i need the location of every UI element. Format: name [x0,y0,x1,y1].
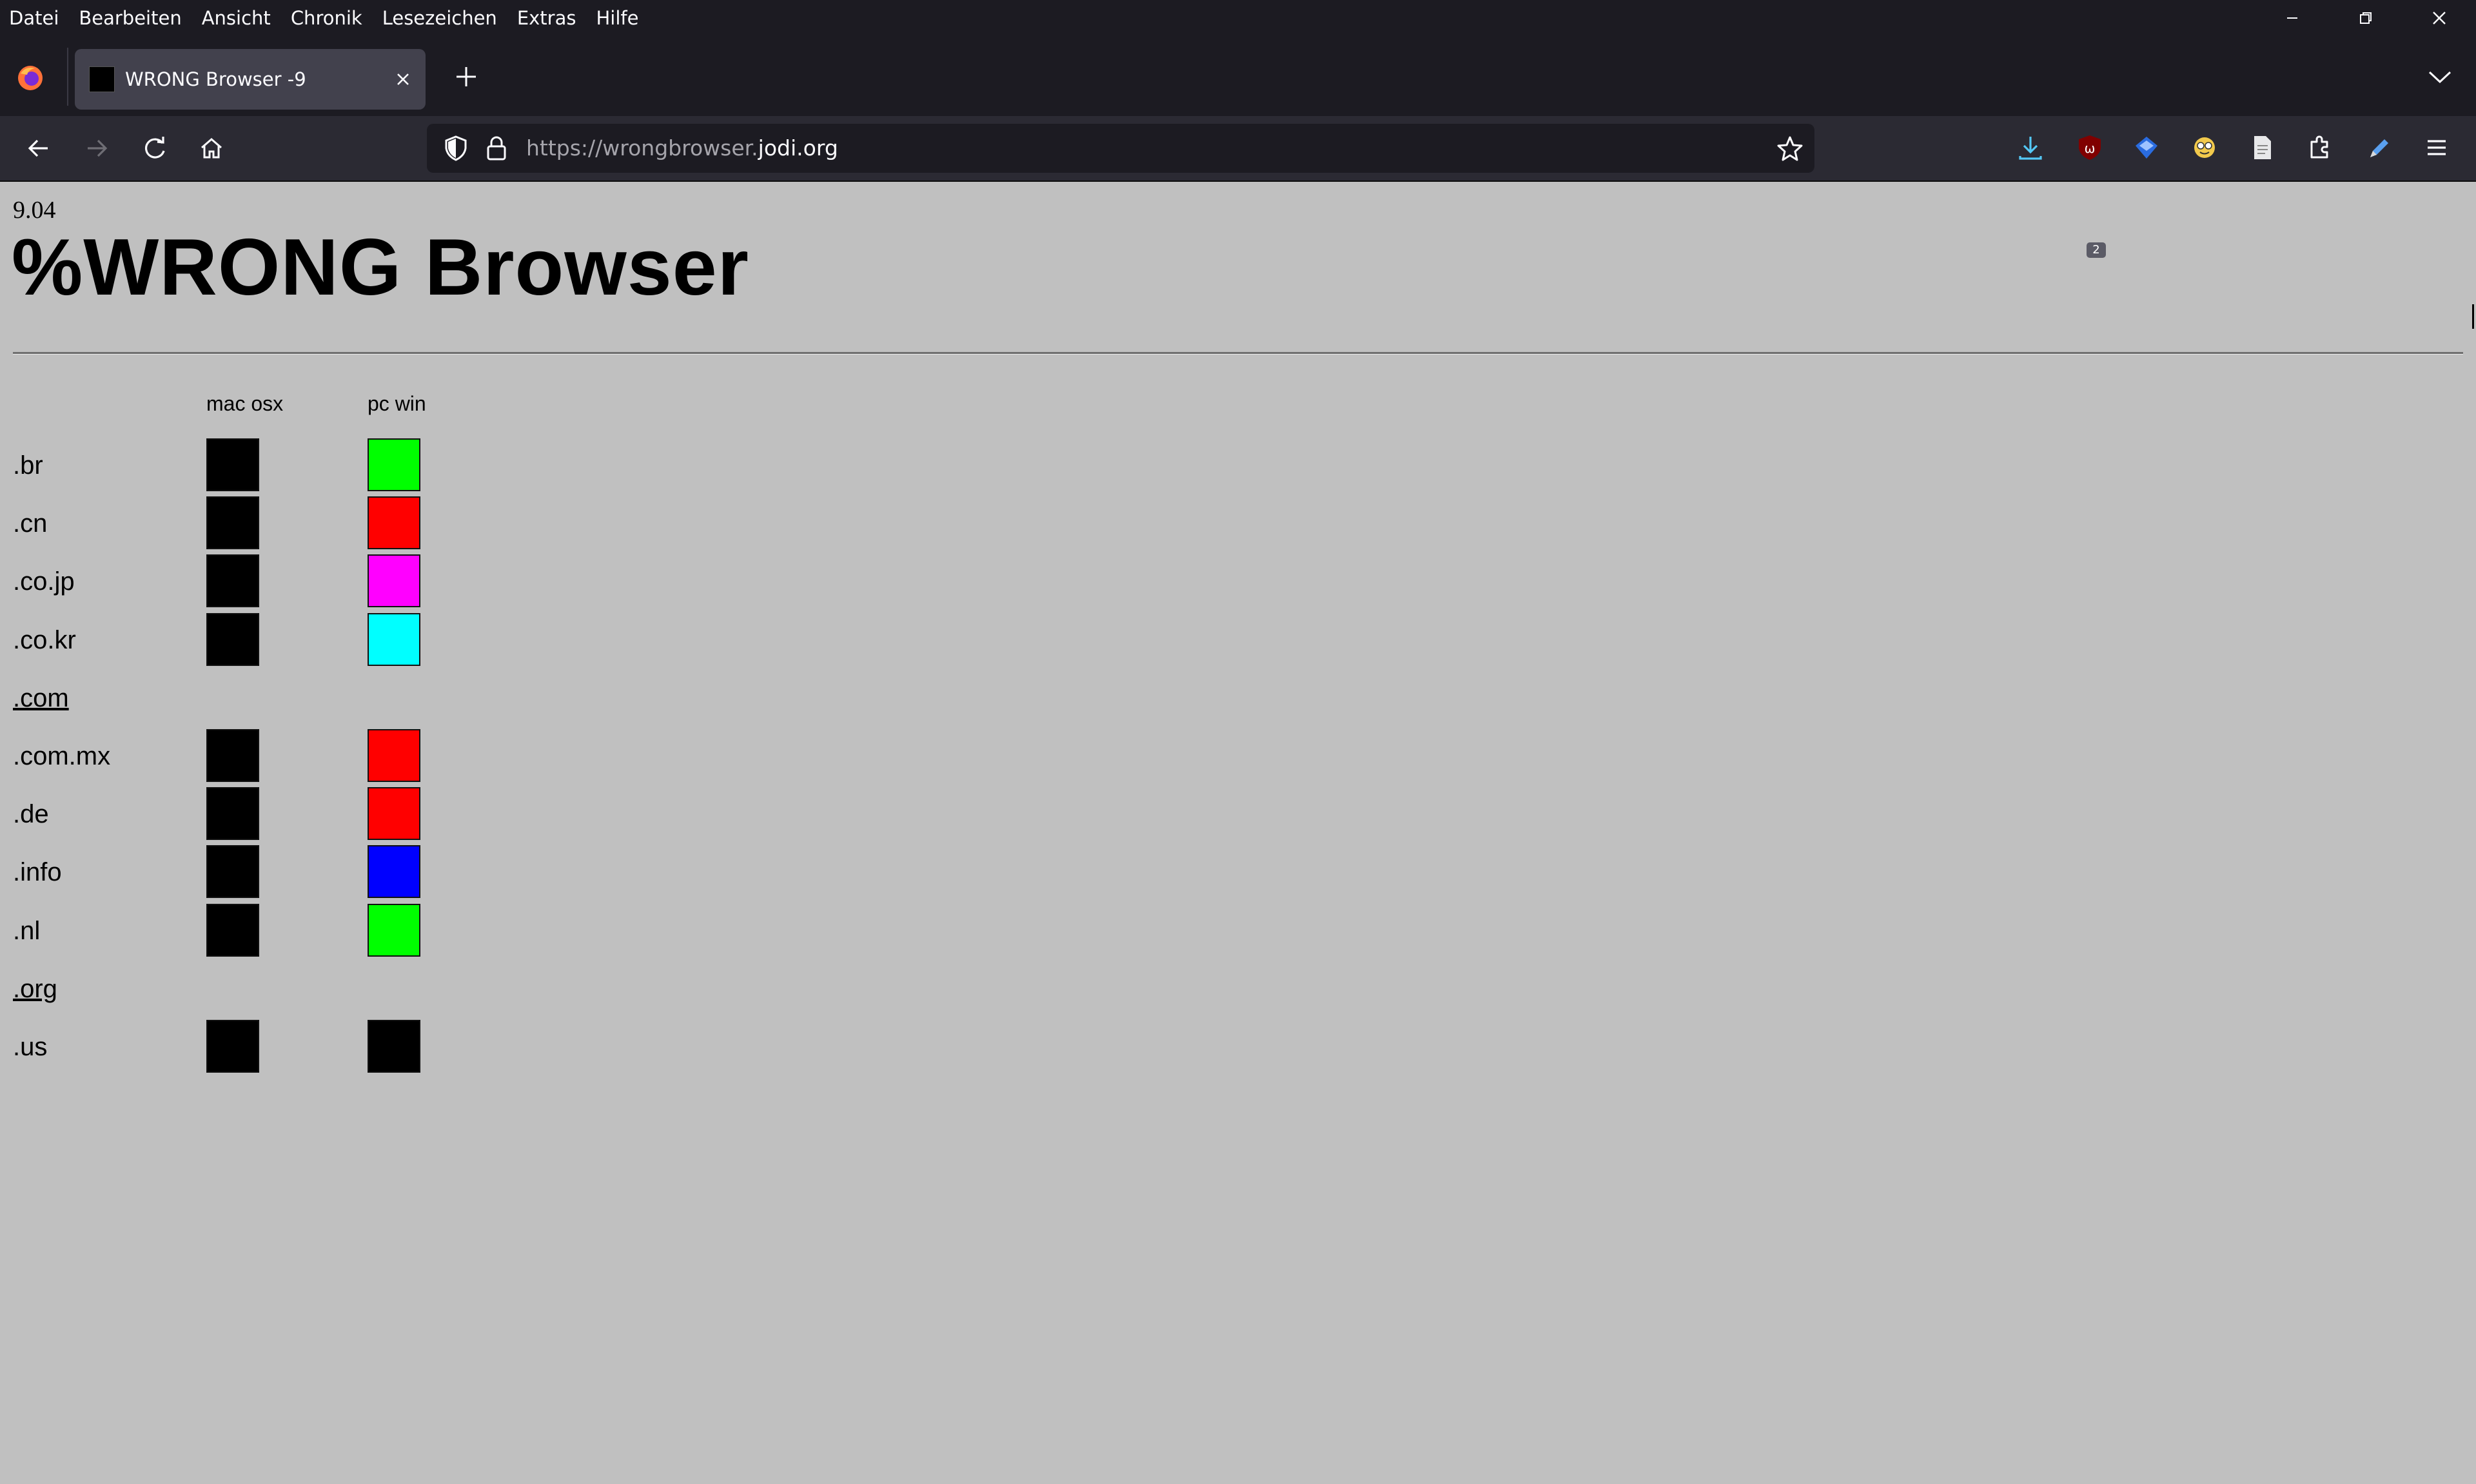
domain-label-cojp: .co.jp [13,567,75,596]
minimize-icon [2287,17,2297,19]
pc-color-square-cn [368,496,420,550]
pc-color-square-cojp [368,554,420,608]
bookmark-star-icon[interactable] [1776,134,1804,162]
domain-label-de: .de [13,800,49,829]
domain-label-org[interactable]: .org [13,975,57,1004]
new-tab-icon[interactable] [453,63,480,90]
menu-extras[interactable]: Extras [517,7,576,29]
mac-color-square-br [206,438,259,491]
menu-ansicht[interactable]: Ansicht [202,7,271,29]
tab-wrong-browser[interactable]: WRONG Browser -9 [75,49,426,110]
minimize-button[interactable] [2255,0,2329,36]
mac-color-square-cojp [206,554,259,608]
pc-color-square-nl [368,903,420,957]
horizontal-rule [13,352,2463,355]
chevron-down-icon[interactable] [2426,66,2454,88]
window-controls [2255,0,2476,36]
domain-label-info: .info [13,858,62,887]
url-domain: jodi.org [758,135,838,161]
domain-label-cokr: .co.kr [13,625,76,654]
version-number: 9.04 [13,197,56,224]
ublock-origin-icon[interactable]: ω [2075,133,2105,162]
mac-color-square-nl [206,903,259,957]
menu-lesezeichen[interactable]: Lesezeichen [382,7,497,29]
svg-text:ω: ω [2085,141,2096,156]
mac-color-square-de [206,787,259,841]
emoji-extension-icon[interactable] [2190,133,2219,162]
mac-color-square-cn [206,496,259,550]
domain-label-commx: .com.mx [13,742,111,770]
pc-color-square-cokr [368,612,420,666]
back-arrow-icon[interactable] [25,134,53,162]
url-text[interactable]: https://wrongbrowser.jodi.org [526,135,838,161]
close-window-button[interactable] [2402,0,2476,36]
address-bar[interactable]: https://wrongbrowser.jodi.org [427,124,1814,173]
pc-color-square-br [368,438,420,491]
column-header-mac-osx: mac osx [206,392,284,415]
extensions-puzzle-icon[interactable] [2306,133,2335,162]
column-header-pc-win: pc win [368,392,426,415]
home-icon[interactable] [197,134,226,162]
pc-color-square-commx [368,729,420,782]
restore-icon [2360,12,2372,24]
page-document-icon[interactable] [2248,133,2277,162]
page-title: %WRONG Browser [12,223,749,312]
tab-bar: WRONG Browser -9 [0,36,2476,116]
hamburger-menu-icon[interactable] [2422,133,2451,162]
domain-label-nl: .nl [13,916,41,945]
close-icon [2433,12,2446,24]
domain-label-com[interactable]: .com [13,684,69,713]
pen-tool-icon[interactable] [2364,133,2393,162]
mac-color-square-commx [206,729,259,782]
navigation-toolbar: https://wrongbrowser.jodi.org ω 2 [0,116,2476,258]
page-content: 9.04 %WRONG Browser mac osx pc win .br .c… [0,182,2476,1484]
reload-icon[interactable] [141,134,169,162]
pc-color-square-de [368,787,420,841]
text-cursor [2472,304,2474,329]
domain-label-cn: .cn [13,509,48,538]
domain-label-us: .us [13,1033,48,1061]
domain-label-br: .br [13,451,43,480]
mac-color-square-cokr [206,612,259,666]
restore-button[interactable] [2329,0,2402,36]
mac-color-square-us [206,1020,259,1073]
tab-favicon-icon [89,66,115,92]
close-tab-icon[interactable] [392,68,414,90]
forward-arrow-icon[interactable] [83,134,111,162]
pc-color-square-us [368,1020,420,1073]
shield-icon[interactable] [442,134,469,162]
url-prefix: https://wrongbrowser. [526,135,758,161]
menu-bar: Datei Bearbeiten Ansicht Chronik Lesezei… [0,0,2476,36]
mac-color-square-info [206,845,259,899]
pc-color-square-info [368,845,420,899]
menu-bearbeiten[interactable]: Bearbeiten [79,7,181,29]
menu-hilfe[interactable]: Hilfe [596,7,638,29]
download-icon[interactable] [2016,133,2045,162]
privacy-badger-icon[interactable] [2132,133,2161,162]
menu-datei[interactable]: Datei [9,7,59,29]
tab-separator [67,48,68,106]
firefox-logo-icon[interactable] [17,64,44,92]
menu-chronik[interactable]: Chronik [291,7,362,29]
tab-title: WRONG Browser -9 [125,68,306,90]
lock-icon[interactable] [485,134,508,162]
